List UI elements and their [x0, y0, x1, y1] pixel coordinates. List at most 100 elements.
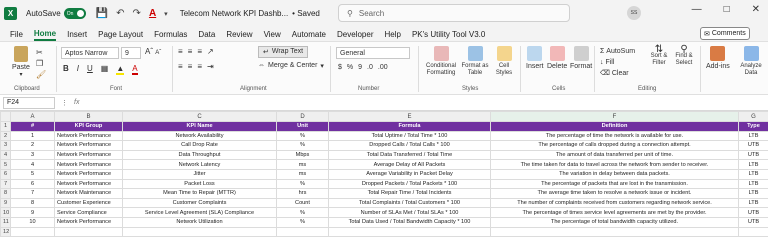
- align-top-icon[interactable]: ≡: [178, 47, 183, 56]
- font-name-select[interactable]: Aptos Narrow: [61, 47, 119, 59]
- unit-cell[interactable]: hrs: [276, 188, 329, 199]
- row-header[interactable]: 10: [0, 207, 11, 218]
- row-header[interactable]: 8: [0, 188, 11, 199]
- cut-icon[interactable]: ✂: [36, 47, 46, 58]
- row-header[interactable]: 12: [0, 226, 11, 238]
- italic-icon[interactable]: I: [77, 64, 79, 75]
- unit-cell[interactable]: %: [276, 130, 329, 142]
- empty-cell[interactable]: [738, 226, 768, 238]
- insert-cells-button[interactable]: Insert: [526, 46, 544, 70]
- tab-formulas[interactable]: Formulas: [154, 30, 187, 39]
- type-cell[interactable]: UTB: [738, 207, 768, 218]
- number-format-select[interactable]: General: [336, 47, 410, 59]
- formula-cell[interactable]: Average Delay of All Packets: [328, 159, 491, 170]
- underline-icon[interactable]: U: [87, 64, 93, 75]
- kpi-group-cell[interactable]: Network Maintenance: [54, 188, 123, 199]
- redo-icon[interactable]: ↷: [133, 8, 141, 19]
- kpi-number-cell[interactable]: 2: [10, 140, 55, 151]
- align-right-icon[interactable]: ≡: [197, 62, 202, 71]
- kpi-name-cell[interactable]: Mean Time to Repair (MTTR): [122, 188, 277, 199]
- header-cell[interactable]: Definition: [490, 121, 739, 132]
- kpi-number-cell[interactable]: 8: [10, 197, 55, 209]
- kpi-group-cell[interactable]: Network Performance: [54, 130, 123, 142]
- column-header-e[interactable]: E: [328, 111, 491, 122]
- copy-icon[interactable]: ❐: [36, 58, 46, 69]
- formula-cell[interactable]: Total Uptime / Total Time * 100: [328, 130, 491, 142]
- unit-cell[interactable]: %: [276, 178, 329, 190]
- unit-cell[interactable]: %: [276, 207, 329, 218]
- tab-review[interactable]: Review: [226, 30, 252, 39]
- autosum-button[interactable]: Σ AutoSum: [600, 46, 635, 57]
- column-header-f[interactable]: F: [490, 111, 739, 122]
- merge-center-button[interactable]: ⇔ Merge & Center ▾: [258, 62, 324, 70]
- minimize-icon[interactable]: —: [692, 4, 702, 15]
- type-cell[interactable]: LTB: [738, 168, 768, 180]
- row-header[interactable]: 2: [0, 130, 11, 142]
- row-header[interactable]: 6: [0, 168, 11, 180]
- search-box[interactable]: ⚲ Search: [338, 4, 570, 22]
- definition-cell[interactable]: The variation in delay between data pack…: [490, 168, 739, 180]
- maximize-icon[interactable]: □: [724, 4, 730, 15]
- type-cell[interactable]: LTB: [738, 130, 768, 142]
- header-cell[interactable]: KPI Group: [54, 121, 123, 132]
- fill-button[interactable]: ↓ Fill: [600, 57, 635, 68]
- name-box[interactable]: F24: [3, 96, 55, 109]
- close-icon[interactable]: ✕: [752, 4, 760, 15]
- row-header[interactable]: 11: [0, 216, 11, 228]
- kpi-group-cell[interactable]: Network Performance: [54, 159, 123, 170]
- tab-file[interactable]: File: [10, 30, 23, 39]
- kpi-number-cell[interactable]: 4: [10, 159, 55, 170]
- kpi-group-cell[interactable]: Customer Experience: [54, 197, 123, 209]
- tab-automate[interactable]: Automate: [292, 30, 326, 39]
- row-header[interactable]: 9: [0, 197, 11, 209]
- align-center-icon[interactable]: ≡: [188, 62, 193, 71]
- align-left-icon[interactable]: ≡: [178, 62, 183, 71]
- header-cell[interactable]: KPI Name: [122, 121, 277, 132]
- kpi-name-cell[interactable]: Jitter: [122, 168, 277, 180]
- unit-cell[interactable]: Mbps: [276, 149, 329, 161]
- delete-cells-button[interactable]: Delete: [547, 46, 567, 70]
- formula-cell[interactable]: Dropped Packets / Total Packets * 100: [328, 178, 491, 190]
- kpi-name-cell[interactable]: Service Level Agreement (SLA) Compliance: [122, 207, 277, 218]
- definition-cell[interactable]: The number of complaints received from c…: [490, 197, 739, 209]
- function-icon[interactable]: fx: [74, 99, 79, 106]
- align-bottom-icon[interactable]: ≡: [197, 47, 202, 56]
- tab-developer[interactable]: Developer: [337, 30, 373, 39]
- kpi-group-cell[interactable]: Service Compliance: [54, 207, 123, 218]
- tab-home[interactable]: Home: [33, 28, 57, 41]
- tab-insert[interactable]: Insert: [67, 30, 87, 39]
- definition-cell[interactable]: The percentage of time the network is av…: [490, 130, 739, 142]
- format-cells-button[interactable]: Format: [570, 46, 592, 70]
- header-cell[interactable]: Type: [738, 121, 768, 132]
- type-cell[interactable]: UTB: [738, 216, 768, 228]
- type-cell[interactable]: UTB: [738, 149, 768, 161]
- kpi-name-cell[interactable]: Customer Complaints: [122, 197, 277, 209]
- definition-cell[interactable]: The amount of data transferred per unit …: [490, 149, 739, 161]
- header-cell[interactable]: #: [10, 121, 55, 132]
- kpi-group-cell[interactable]: Network Performance: [54, 140, 123, 151]
- unit-cell[interactable]: Count: [276, 197, 329, 209]
- type-cell[interactable]: LTB: [738, 188, 768, 199]
- empty-cell[interactable]: [328, 226, 491, 238]
- tab-view[interactable]: View: [264, 30, 281, 39]
- row-header[interactable]: 5: [0, 159, 11, 170]
- column-header-g[interactable]: G: [738, 111, 768, 122]
- unit-cell[interactable]: ms: [276, 159, 329, 170]
- font-color-picker-icon[interactable]: A: [132, 64, 138, 75]
- header-cell[interactable]: Unit: [276, 121, 329, 132]
- increase-decimal-icon[interactable]: .0: [367, 64, 373, 71]
- currency-icon[interactable]: $: [338, 64, 342, 71]
- empty-cell[interactable]: [10, 226, 55, 238]
- definition-cell[interactable]: The average time taken to resolve a netw…: [490, 188, 739, 199]
- type-cell[interactable]: UTB: [738, 140, 768, 151]
- orientation-icon[interactable]: ↗: [207, 47, 214, 56]
- kpi-name-cell[interactable]: Packet Loss: [122, 178, 277, 190]
- increase-font-icon[interactable]: Aˆ: [145, 47, 153, 56]
- addins-button[interactable]: Add-ins: [706, 46, 730, 70]
- kpi-number-cell[interactable]: 3: [10, 149, 55, 161]
- wrap-text-button[interactable]: ↵ Wrap Text: [258, 46, 309, 58]
- formula-cell[interactable]: Dropped Calls / Total Calls * 100: [328, 140, 491, 151]
- format-as-table-button[interactable]: Format as Table: [460, 46, 490, 77]
- percent-icon[interactable]: %: [347, 64, 353, 71]
- column-header-b[interactable]: B: [54, 111, 123, 122]
